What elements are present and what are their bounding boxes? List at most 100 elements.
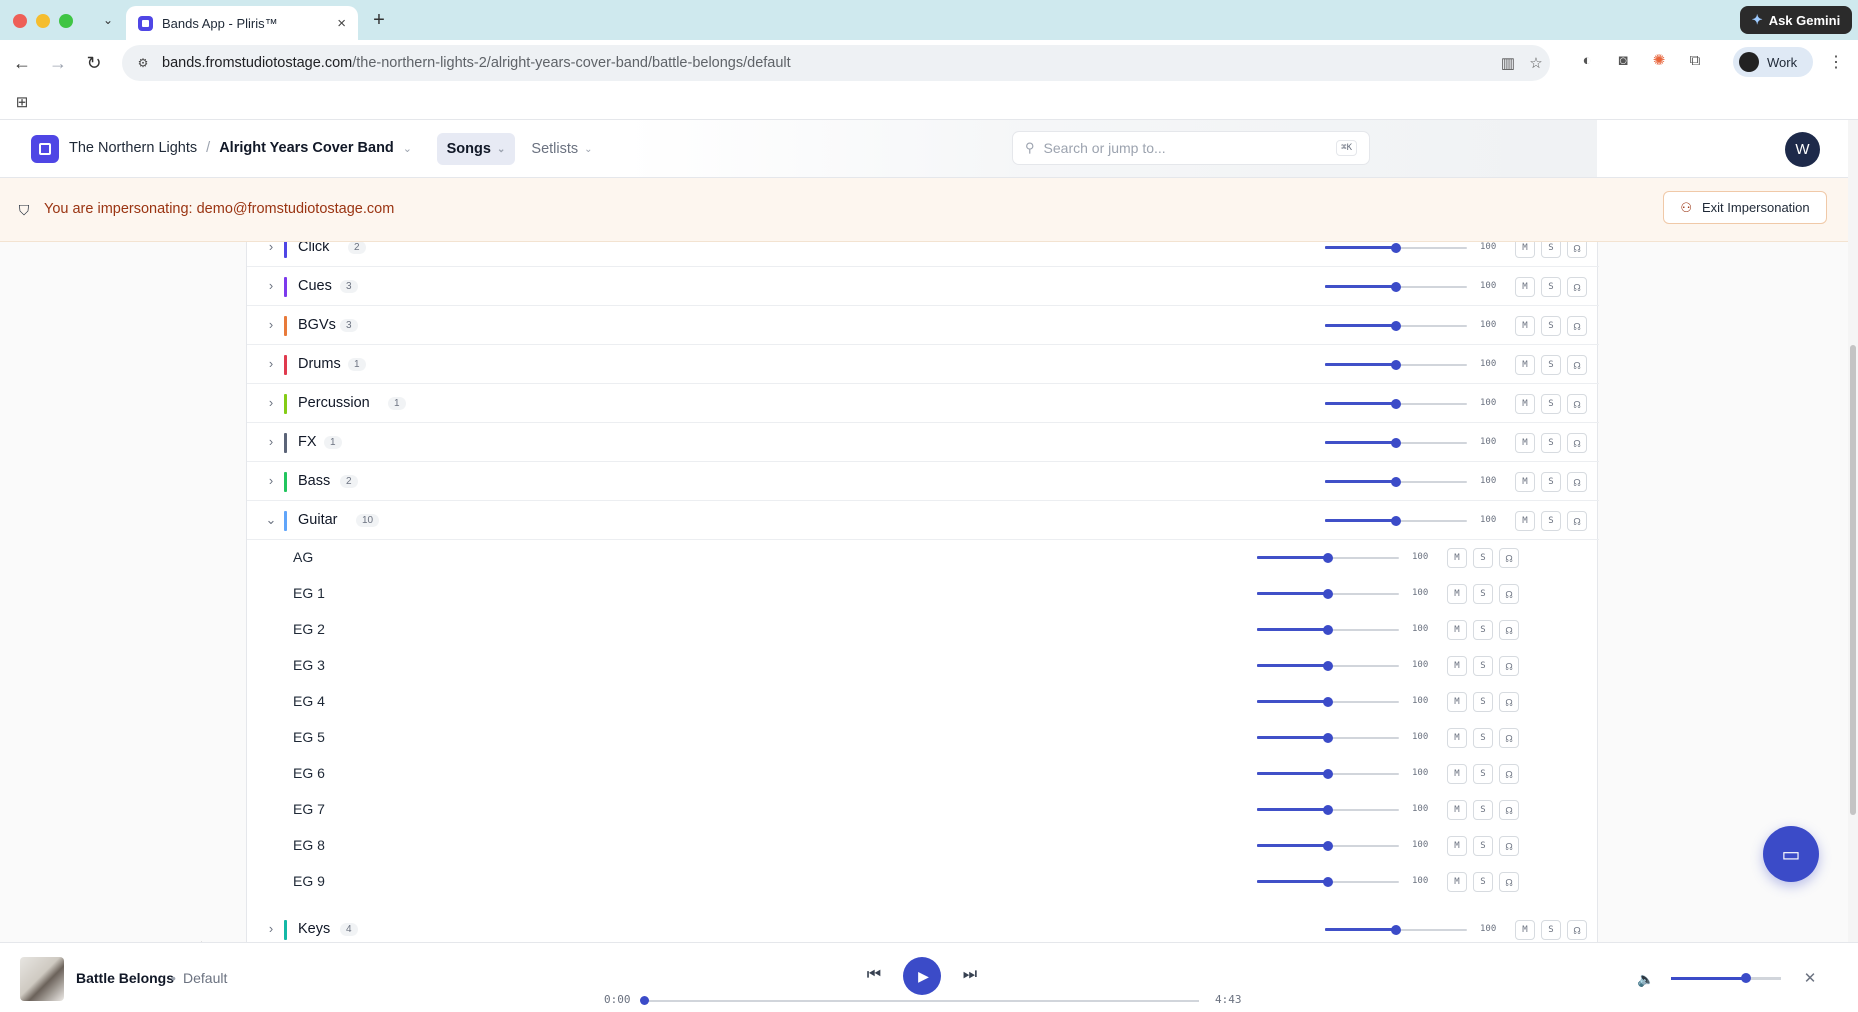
headphones-icon[interactable]: ☊ bbox=[1567, 920, 1587, 940]
extension-password-icon[interactable]: ◐ bbox=[1576, 49, 1598, 71]
site-settings-icon[interactable]: ⚙ bbox=[134, 54, 152, 72]
volume-slider[interactable] bbox=[1257, 695, 1399, 709]
mute-button[interactable]: M bbox=[1447, 620, 1467, 640]
slider-thumb[interactable] bbox=[1391, 516, 1401, 526]
exit-impersonation-button[interactable]: ⚇ Exit Impersonation bbox=[1663, 191, 1827, 224]
browser-menu-icon[interactable]: ⋮ bbox=[1826, 50, 1846, 74]
volume-slider[interactable] bbox=[1325, 242, 1467, 255]
close-window-button[interactable] bbox=[13, 14, 27, 28]
apps-grid-icon[interactable]: ⊞ bbox=[12, 92, 32, 112]
track-row[interactable]: EG 6 100 M S ☊ bbox=[247, 756, 1599, 792]
volume-slider[interactable] bbox=[1257, 875, 1399, 889]
slider-thumb[interactable] bbox=[1323, 841, 1333, 851]
track-row[interactable]: EG 4 100 M S ☊ bbox=[247, 684, 1599, 720]
mute-button[interactable]: M bbox=[1515, 355, 1535, 375]
slider-thumb[interactable] bbox=[1391, 438, 1401, 448]
solo-button[interactable]: S bbox=[1473, 620, 1493, 640]
chevron-right-icon[interactable]: › bbox=[263, 395, 279, 410]
extensions-puzzle-icon[interactable]: ⧉ bbox=[1684, 49, 1706, 71]
slider-thumb[interactable] bbox=[1323, 733, 1333, 743]
maximize-window-button[interactable] bbox=[59, 14, 73, 28]
close-tab-icon[interactable]: × bbox=[337, 15, 346, 32]
chevron-right-icon[interactable]: › bbox=[263, 356, 279, 371]
headphones-icon[interactable]: ☊ bbox=[1499, 584, 1519, 604]
track-group-row[interactable]: › FX 1 100 M S ☊ bbox=[247, 423, 1599, 462]
search-input[interactable] bbox=[1043, 140, 1328, 156]
mute-button[interactable]: M bbox=[1515, 433, 1535, 453]
headphones-icon[interactable]: ☊ bbox=[1499, 620, 1519, 640]
skip-back-icon[interactable]: ⏮ bbox=[862, 963, 886, 987]
solo-button[interactable]: S bbox=[1541, 316, 1561, 336]
master-volume-slider[interactable] bbox=[1671, 973, 1781, 983]
breadcrumb-project[interactable]: Alright Years Cover Band bbox=[219, 140, 394, 156]
slider-thumb[interactable] bbox=[1323, 805, 1333, 815]
solo-button[interactable]: S bbox=[1541, 472, 1561, 492]
volume-slider[interactable] bbox=[1257, 839, 1399, 853]
camera-icon[interactable]: ◙ bbox=[1612, 49, 1634, 71]
solo-button[interactable]: S bbox=[1541, 394, 1561, 414]
solo-button[interactable]: S bbox=[1473, 764, 1493, 784]
slider-thumb[interactable] bbox=[1323, 661, 1333, 671]
mute-button[interactable]: M bbox=[1515, 394, 1535, 414]
chevron-right-icon[interactable]: › bbox=[263, 473, 279, 488]
solo-button[interactable]: S bbox=[1541, 242, 1561, 258]
chevron-down-icon[interactable]: ⌄ bbox=[263, 512, 279, 528]
volume-slider[interactable] bbox=[1325, 923, 1467, 937]
user-avatar[interactable]: W bbox=[1785, 132, 1820, 167]
headphones-icon[interactable]: ☊ bbox=[1499, 800, 1519, 820]
track-group-row[interactable]: › Drums 1 100 M S ☊ bbox=[247, 345, 1599, 384]
back-arrow-icon[interactable]: ← bbox=[8, 49, 36, 77]
progress-thumb[interactable] bbox=[640, 996, 649, 1005]
chevron-right-icon[interactable]: › bbox=[263, 434, 279, 449]
track-row[interactable]: EG 7 100 M S ☊ bbox=[247, 792, 1599, 828]
search-box[interactable]: ⚲ ⌘K bbox=[1012, 131, 1370, 165]
headphones-icon[interactable]: ☊ bbox=[1567, 355, 1587, 375]
reader-mode-icon[interactable]: ▥ bbox=[1498, 53, 1518, 73]
solo-button[interactable]: S bbox=[1473, 836, 1493, 856]
track-group-row[interactable]: › Bass 2 100 M S ☊ bbox=[247, 462, 1599, 501]
url-text[interactable]: bands.fromstudiotostage.com/the-northern… bbox=[162, 55, 791, 71]
song-title[interactable]: Battle Belongs bbox=[76, 970, 174, 986]
mute-button[interactable]: M bbox=[1447, 872, 1467, 892]
headphones-icon[interactable]: ☊ bbox=[1567, 472, 1587, 492]
mute-button[interactable]: M bbox=[1515, 511, 1535, 531]
page-scrollbar[interactable] bbox=[1848, 120, 1858, 942]
mute-button[interactable]: M bbox=[1515, 920, 1535, 940]
solo-button[interactable]: S bbox=[1473, 584, 1493, 604]
mute-button[interactable]: M bbox=[1447, 584, 1467, 604]
reload-icon[interactable]: ↻ bbox=[80, 49, 108, 77]
headphones-icon[interactable]: ☊ bbox=[1567, 511, 1587, 531]
slider-thumb[interactable] bbox=[1391, 925, 1401, 935]
mute-button[interactable]: M bbox=[1515, 472, 1535, 492]
chevron-down-icon[interactable]: ⌄ bbox=[403, 142, 412, 155]
solo-button[interactable]: S bbox=[1473, 692, 1493, 712]
volume-slider[interactable] bbox=[1325, 280, 1467, 294]
slider-thumb[interactable] bbox=[1391, 399, 1401, 409]
headphones-icon[interactable]: ☊ bbox=[1499, 548, 1519, 568]
speaker-icon[interactable]: 🔈 bbox=[1636, 969, 1656, 989]
mute-button[interactable]: M bbox=[1515, 277, 1535, 297]
slider-thumb[interactable] bbox=[1391, 321, 1401, 331]
slider-thumb[interactable] bbox=[1323, 589, 1333, 599]
slider-thumb[interactable] bbox=[1391, 360, 1401, 370]
volume-slider[interactable] bbox=[1257, 731, 1399, 745]
headphones-icon[interactable]: ☊ bbox=[1567, 242, 1587, 258]
scrollbar-thumb[interactable] bbox=[1850, 345, 1856, 815]
new-tab-button[interactable]: + bbox=[368, 9, 390, 31]
volume-slider[interactable] bbox=[1257, 659, 1399, 673]
extension-burst-icon[interactable]: ✺ bbox=[1648, 49, 1670, 71]
volume-slider[interactable] bbox=[1257, 803, 1399, 817]
track-row[interactable]: EG 1 100 M S ☊ bbox=[247, 576, 1599, 612]
mute-button[interactable]: M bbox=[1447, 800, 1467, 820]
play-button[interactable]: ▶ bbox=[903, 957, 941, 995]
headphones-icon[interactable]: ☊ bbox=[1499, 728, 1519, 748]
mute-button[interactable]: M bbox=[1447, 656, 1467, 676]
solo-button[interactable]: S bbox=[1541, 433, 1561, 453]
nav-songs-tab[interactable]: Songs ⌄ bbox=[437, 133, 515, 165]
slider-thumb[interactable] bbox=[1323, 553, 1333, 563]
track-group-row[interactable]: › Click 2 100 M S ☊ bbox=[247, 242, 1599, 267]
profile-chip[interactable]: Work bbox=[1733, 47, 1813, 77]
volume-slider[interactable] bbox=[1325, 475, 1467, 489]
track-row[interactable]: EG 5 100 M S ☊ bbox=[247, 720, 1599, 756]
solo-button[interactable]: S bbox=[1541, 920, 1561, 940]
